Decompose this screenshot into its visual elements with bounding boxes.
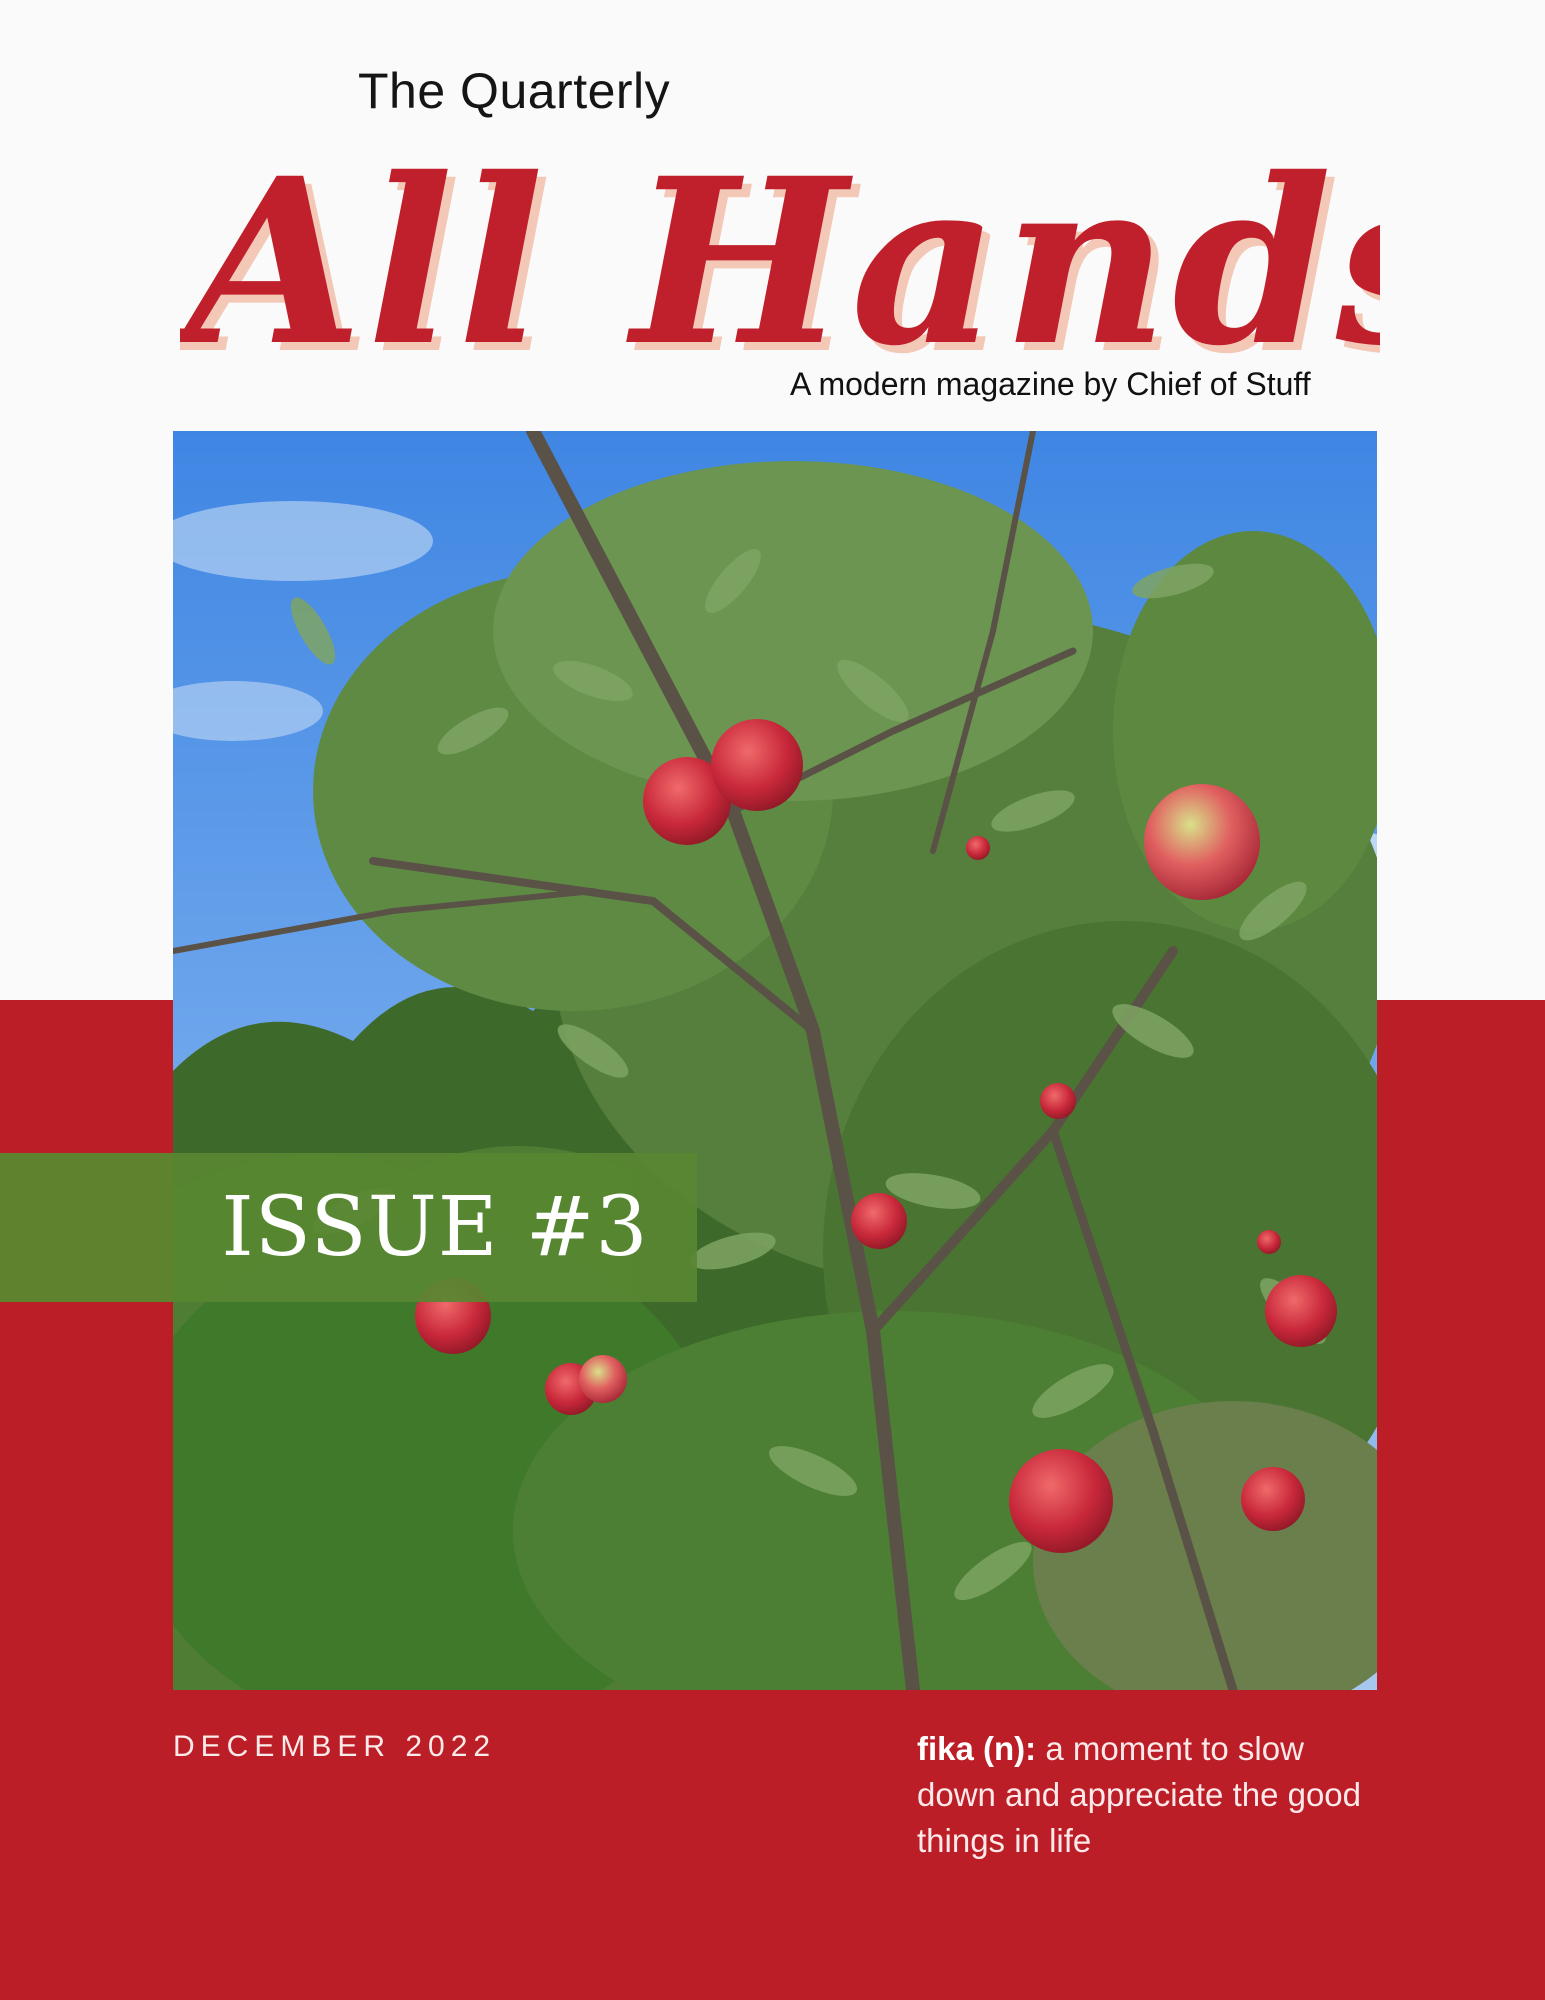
magazine-tagline: A modern magazine by Chief of Stuff xyxy=(790,366,1311,402)
fika-definition: fika (n): a moment to slow down and appr… xyxy=(917,1726,1377,1864)
issue-banner: ISSUE #3 xyxy=(173,1153,697,1302)
definition-term: fika (n): xyxy=(917,1730,1037,1767)
issue-bar-extension xyxy=(0,1153,173,1302)
issue-number: ISSUE #3 xyxy=(221,1180,649,1275)
masthead-title: All Hands All Hands xyxy=(168,100,1472,404)
issue-date: DECEMBER 2022 xyxy=(173,1730,497,1763)
masthead-text: All Hands xyxy=(180,128,1380,396)
cover-photo-apple-tree xyxy=(173,431,1377,1690)
